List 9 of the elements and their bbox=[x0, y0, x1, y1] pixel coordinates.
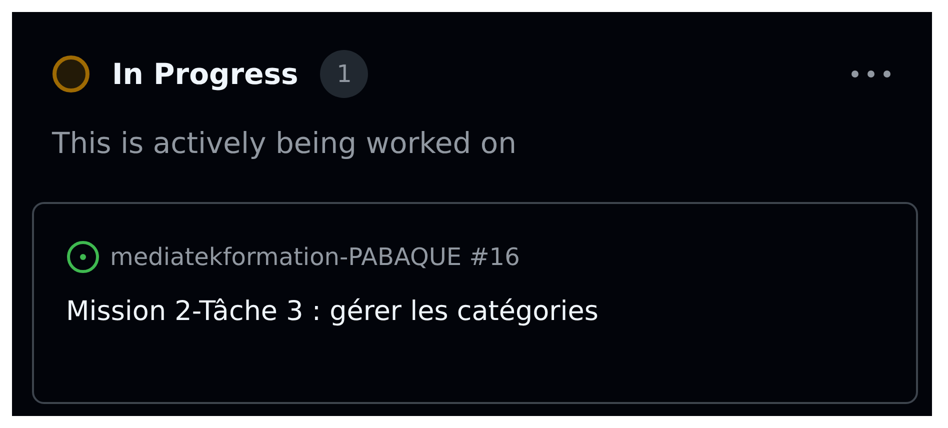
issue-title-link[interactable]: Mission 2-Tâche 3 : gérer les catégories bbox=[66, 296, 598, 327]
column-description: This is actively being worked on bbox=[52, 126, 518, 160]
issue-card[interactable]: mediatekformation-PABAQUE #16 Mission 2-Tâche 3 : gérer les catégories bbox=[32, 202, 918, 404]
item-count: 1 bbox=[320, 50, 368, 98]
issue-icon bbox=[66, 240, 100, 274]
more-icon bbox=[850, 69, 892, 79]
status-circle-icon bbox=[52, 55, 90, 93]
repository-reference: mediatekformation-PABAQUE #16 bbox=[110, 243, 520, 271]
column-title: In Progress bbox=[112, 57, 298, 91]
